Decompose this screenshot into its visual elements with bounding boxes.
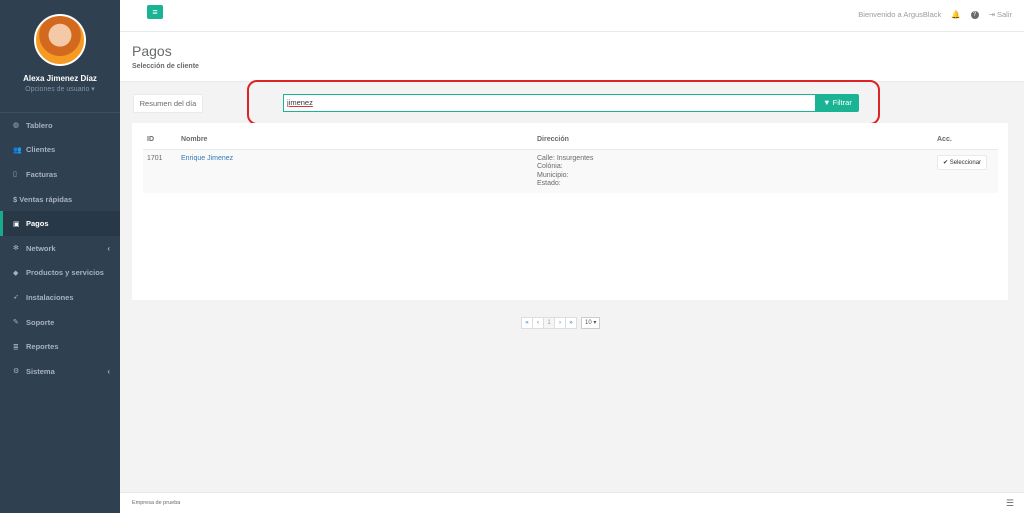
sidebar-item-label: Network: [26, 243, 56, 253]
column-header-direccion: Dirección: [533, 133, 933, 150]
settings-icon[interactable]: ☰: [1006, 498, 1014, 509]
cell-nombre: Enrique Jimenez: [177, 149, 533, 194]
clients-table: ID Nombre Dirección Acc. 1701 Enrique Ji…: [143, 133, 998, 194]
sidebar-item-sistema[interactable]: ⚙ Sistema ‹: [0, 359, 120, 384]
welcome-text: Bienvenido a ArgusBlack: [858, 10, 942, 19]
annotation-highlight: [247, 80, 880, 125]
sidebar-item-label: Sistema: [26, 366, 55, 376]
sign-out-icon: ⇥: [988, 10, 995, 19]
network-icon: ✻: [13, 245, 19, 253]
sidebar-item-clientes[interactable]: 👥 Clientes: [0, 138, 120, 163]
help-icon[interactable]: ?: [970, 10, 979, 19]
column-header-id: ID: [143, 133, 177, 150]
sidebar-item-label: Clientes: [26, 145, 56, 155]
sidebar-item-soporte[interactable]: ✎ Soporte: [0, 310, 120, 335]
cell-direccion: Calle: Insurgentes Colónia: Municipio: E…: [533, 149, 933, 194]
database-icon: ≣: [13, 343, 19, 351]
sidebar-item-facturas[interactable]: ▯ Facturas: [0, 162, 120, 187]
sidebar-item-label: $ Ventas rápidas: [13, 194, 73, 204]
page-subtitle: Selección de cliente: [132, 63, 199, 70]
address-line: Municipio:: [537, 171, 569, 179]
address-line: Estado:: [537, 179, 561, 187]
sidebar-item-label: Productos y servicios: [26, 268, 104, 278]
profile-section: Alexa Jimenez Díaz Opciones de usuario ▾: [0, 0, 120, 113]
cell-id: 1701: [143, 149, 177, 194]
sidebar-item-network[interactable]: ✻ Network ‹: [0, 236, 120, 261]
sidebar-item-label: Instalaciones: [26, 292, 74, 302]
sidebar-item-label: Tablero: [26, 120, 53, 130]
page-title: Pagos: [132, 43, 172, 59]
money-icon: ▣: [13, 220, 20, 228]
top-navbar: ≡ Bienvenido a ArgusBlack 🔔 ? ⇥ Salir: [120, 0, 1024, 32]
sidebar-item-productos[interactable]: ◆ Productos y servicios: [0, 261, 120, 286]
sidebar: Alexa Jimenez Díaz Opciones de usuario ▾…: [0, 0, 120, 513]
address-line: Colónia:: [537, 163, 563, 171]
page-size-select[interactable]: 10 ▾: [581, 317, 601, 329]
sidebar-nav: ◍ Tablero 👥 Clientes ▯ Facturas $ Ventas…: [0, 113, 120, 384]
caret-down-icon: ▾: [593, 320, 597, 326]
user-options-dropdown[interactable]: Opciones de usuario ▾: [0, 85, 120, 93]
page-heading: Pagos Selección de cliente: [120, 32, 1024, 82]
chevron-left-icon: ‹: [107, 366, 110, 376]
sidebar-item-tablero[interactable]: ◍ Tablero: [0, 113, 120, 138]
sidebar-item-pagos[interactable]: ▣ Pagos: [0, 211, 120, 236]
table-row: 1701 Enrique Jimenez Calle: Insurgentes …: [143, 149, 998, 194]
column-header-acc: Acc.: [933, 133, 998, 150]
wrench-icon: ✎: [13, 319, 19, 327]
hamburger-icon: ≡: [152, 7, 158, 17]
topbar-right: Bienvenido a ArgusBlack 🔔 ? ⇥ Salir: [858, 10, 1012, 19]
sidebar-item-ventas-rapidas[interactable]: $ Ventas rápidas: [0, 187, 120, 212]
page-last-button[interactable]: »: [565, 317, 577, 329]
tag-icon: ◆: [13, 269, 19, 277]
sidebar-item-label: Pagos: [26, 219, 49, 229]
menu-toggle-button[interactable]: ≡: [147, 5, 163, 19]
footer-text: Empresa de prueba: [132, 500, 181, 506]
column-header-nombre: Nombre: [177, 133, 533, 150]
cell-acc: ✔ Seleccionar: [933, 149, 998, 194]
dashboard-icon: ◍: [13, 122, 20, 130]
select-button[interactable]: ✔ Seleccionar: [937, 155, 988, 170]
sidebar-item-label: Soporte: [26, 317, 55, 327]
footer: Empresa de prueba ☰: [120, 492, 1024, 513]
file-icon: ▯: [13, 171, 17, 179]
avatar[interactable]: [34, 14, 86, 66]
users-icon: 👥: [13, 146, 22, 154]
resumen-del-dia-button[interactable]: Resumen del día: [133, 94, 203, 113]
table-header-row: ID Nombre Dirección Acc.: [143, 133, 998, 150]
sidebar-item-instalaciones[interactable]: ➶ Instalaciones: [0, 285, 120, 310]
pagination: « ‹ 1 › » 10 ▾: [521, 317, 601, 329]
gears-icon: ⚙: [13, 368, 20, 376]
chevron-left-icon: ‹: [107, 243, 110, 253]
check-icon: ✔: [943, 160, 949, 166]
sidebar-item-label: Reportes: [26, 342, 59, 352]
sidebar-item-reportes[interactable]: ≣ Reportes: [0, 334, 120, 359]
logout-link[interactable]: ⇥ Salir: [989, 10, 1012, 19]
rocket-icon: ➶: [13, 294, 19, 302]
client-name-link[interactable]: Enrique Jimenez: [181, 155, 233, 162]
address-line: Calle: Insurgentes: [537, 155, 594, 162]
sidebar-item-label: Facturas: [26, 169, 58, 179]
logout-label: Salir: [996, 10, 1012, 19]
bell-icon[interactable]: 🔔: [951, 10, 960, 19]
results-panel: ID Nombre Dirección Acc. 1701 Enrique Ji…: [132, 123, 1008, 300]
select-label: Seleccionar: [949, 160, 982, 166]
page-size-value: 10: [585, 320, 592, 326]
profile-name: Alexa Jimenez Díaz: [23, 74, 97, 83]
